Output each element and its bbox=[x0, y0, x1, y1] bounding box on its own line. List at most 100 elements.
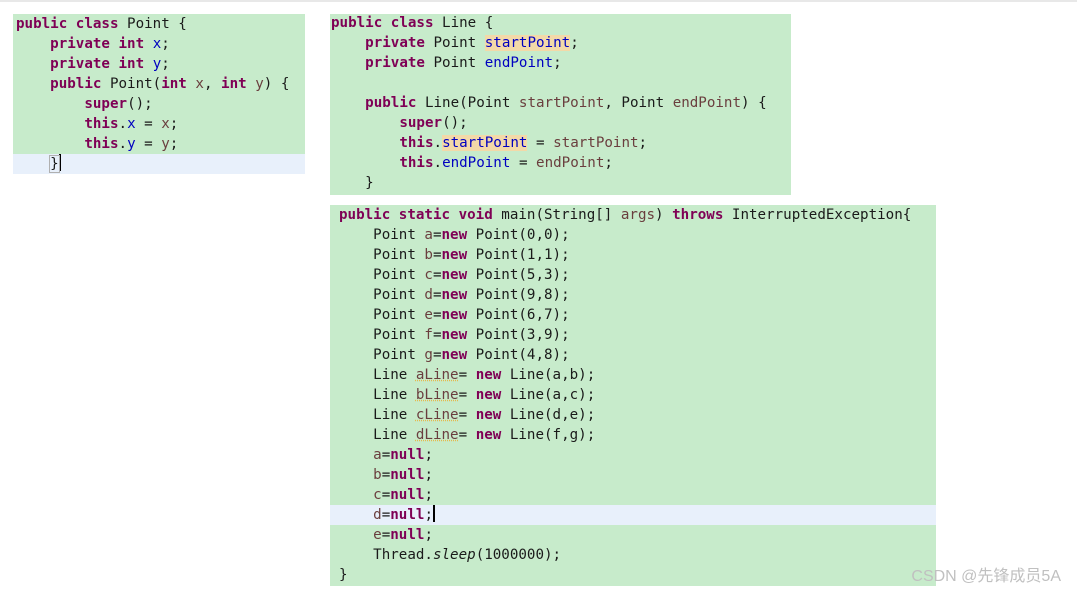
code-line[interactable]: Line cLine= new Line(d,e); bbox=[330, 405, 936, 425]
code-line[interactable]: Point e=new Point(6,7); bbox=[330, 305, 936, 325]
identifier-token: startPoint bbox=[553, 135, 639, 151]
main-method-code-panel[interactable]: public static void main(String[] args) t… bbox=[330, 205, 936, 586]
keyword-token: null bbox=[390, 467, 425, 483]
code-line[interactable]: this.endPoint = endPoint; bbox=[330, 153, 791, 173]
code-line[interactable]: Point f=new Point(3,9); bbox=[330, 325, 936, 345]
code-token: Line(d,e); bbox=[501, 407, 596, 423]
code-token: ; bbox=[424, 487, 433, 503]
code-line[interactable]: } bbox=[330, 565, 936, 585]
code-token: Point bbox=[339, 227, 425, 243]
code-line[interactable]: super(); bbox=[13, 94, 305, 114]
code-token: Point( bbox=[101, 76, 162, 92]
code-line[interactable]: Point g=new Point(4,8); bbox=[330, 345, 936, 365]
code-line[interactable]: Line bLine= new Line(a,c); bbox=[330, 385, 936, 405]
code-token: , Point bbox=[604, 95, 673, 111]
code-line[interactable]: c=null; bbox=[330, 485, 936, 505]
code-line[interactable]: super(); bbox=[330, 113, 791, 133]
code-token: Point(0,0); bbox=[467, 227, 570, 243]
code-line[interactable]: public static void main(String[] args) t… bbox=[330, 205, 936, 225]
code-token: Point bbox=[339, 247, 425, 263]
code-line[interactable]: Point d=new Point(9,8); bbox=[330, 285, 936, 305]
code-token: = bbox=[381, 447, 391, 463]
code-line[interactable]: private Point startPoint; bbox=[330, 33, 791, 53]
code-token: } bbox=[339, 567, 348, 583]
code-token: ; bbox=[169, 136, 179, 152]
code-token: . bbox=[118, 116, 128, 132]
identifier-token: d bbox=[424, 287, 433, 303]
code-token: Point bbox=[339, 287, 425, 303]
code-token: = bbox=[381, 467, 391, 483]
code-line[interactable]: e=null; bbox=[330, 525, 936, 545]
code-line[interactable]: Line aLine= new Line(a,b); bbox=[330, 365, 936, 385]
watermark: CSDN @先锋成员5A bbox=[911, 568, 1061, 585]
point-class-code-panel[interactable]: public class Point { private int x; priv… bbox=[13, 14, 305, 174]
text-cursor-icon bbox=[432, 505, 435, 522]
line-class-code-panel[interactable]: public class Line { private Point startP… bbox=[330, 14, 791, 195]
keyword-token: int bbox=[161, 76, 187, 92]
code-line[interactable]: } bbox=[13, 154, 305, 174]
code-token: . bbox=[433, 155, 443, 171]
code-token: ; bbox=[553, 55, 562, 71]
identifier-token: endPoint bbox=[536, 155, 605, 171]
code-line[interactable]: this.startPoint = startPoint; bbox=[330, 133, 791, 153]
field-token: x bbox=[127, 116, 136, 132]
code-token: { bbox=[280, 76, 290, 92]
code-line[interactable]: public Point(int x, int y) { bbox=[13, 74, 305, 94]
keyword-token: public static void bbox=[339, 207, 493, 223]
code-line[interactable]: Point b=new Point(1,1); bbox=[330, 245, 936, 265]
code-token: ; bbox=[169, 116, 179, 132]
code-line[interactable]: a=null; bbox=[330, 445, 936, 465]
identifier-token: e bbox=[424, 307, 433, 323]
field-token: startPoint bbox=[484, 35, 571, 51]
identifier-token: c bbox=[373, 487, 382, 503]
code-line[interactable]: d=null; bbox=[330, 505, 936, 525]
code-token: . bbox=[118, 136, 128, 152]
code-token: ; bbox=[424, 527, 433, 543]
code-line[interactable]: } bbox=[330, 173, 791, 193]
identifier-token: f bbox=[424, 327, 433, 343]
code-token: Point(3,9); bbox=[467, 327, 570, 343]
code-token: = bbox=[458, 407, 476, 423]
keyword-token: throws bbox=[672, 207, 724, 223]
code-line[interactable]: Point a=new Point(0,0); bbox=[330, 225, 936, 245]
code-token: = bbox=[432, 227, 442, 243]
code-token: = bbox=[381, 527, 391, 543]
code-line[interactable]: private int y; bbox=[13, 54, 305, 74]
code-line[interactable]: public class Line { bbox=[330, 13, 791, 33]
code-token: ; bbox=[161, 36, 170, 52]
code-token: ; bbox=[161, 56, 170, 72]
code-line[interactable]: private int x; bbox=[13, 34, 305, 54]
code-token: ; bbox=[604, 155, 613, 171]
code-token: ; bbox=[424, 467, 433, 483]
code-token: Line(a,c); bbox=[501, 387, 596, 403]
code-line[interactable]: public Line(Point startPoint, Point endP… bbox=[330, 93, 791, 113]
field-token: endPoint bbox=[442, 155, 511, 171]
top-divider bbox=[0, 0, 1077, 2]
code-line[interactable] bbox=[330, 73, 791, 93]
code-token: ; bbox=[424, 507, 433, 523]
code-line[interactable]: Line dLine= new Line(f,g); bbox=[330, 425, 936, 445]
code-line[interactable]: this.y = y; bbox=[13, 134, 305, 154]
identifier-token: g bbox=[424, 347, 433, 363]
keyword-token: new bbox=[441, 347, 468, 363]
code-token: Point(1,1); bbox=[467, 247, 570, 263]
code-line[interactable]: Point c=new Point(5,3); bbox=[330, 265, 936, 285]
code-token: Line { bbox=[433, 15, 494, 31]
code-line[interactable]: b=null; bbox=[330, 465, 936, 485]
code-line[interactable]: public class Point { bbox=[13, 14, 305, 34]
code-line[interactable]: Thread.sleep(1000000); bbox=[330, 545, 936, 565]
code-line[interactable]: private Point endPoint; bbox=[330, 53, 791, 73]
keyword-token: this bbox=[84, 116, 119, 132]
code-token: Point bbox=[339, 347, 425, 363]
code-line[interactable]: this.x = x; bbox=[13, 114, 305, 134]
code-token: Point { bbox=[118, 16, 187, 32]
code-token: Point(5,3); bbox=[467, 267, 570, 283]
